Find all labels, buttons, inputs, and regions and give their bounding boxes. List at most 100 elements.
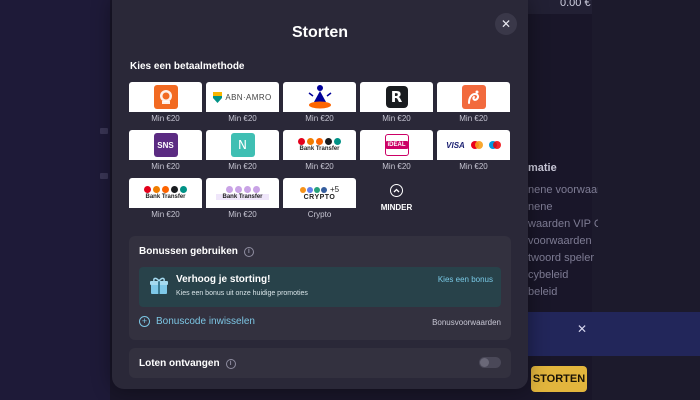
background-info-line: beleid: [528, 286, 558, 298]
payment-method-cards[interactable]: VISA Min €20: [437, 130, 510, 171]
payment-method-knab[interactable]: Min €20: [437, 82, 510, 123]
crypto-extra-count: +5: [329, 185, 340, 194]
payment-method-sns[interactable]: SNS Min €20: [129, 130, 202, 171]
redeem-bonus-code-label: Bonuscode inwisselen: [156, 316, 255, 327]
bank-transfer-logo: Bank Transfer: [283, 130, 356, 160]
lion-icon: [159, 90, 172, 104]
payment-method-n26[interactable]: N Min €20: [206, 130, 279, 171]
min-amount: Min €20: [228, 162, 257, 171]
bank-transfer-text: Bank Transfer: [299, 146, 340, 152]
min-amount: Min €20: [228, 210, 257, 219]
banner-close-icon[interactable]: ✕: [577, 322, 587, 336]
min-amount: Min €20: [151, 162, 180, 171]
min-amount: Min €20: [305, 162, 334, 171]
background-deposit-button[interactable]: STORTEN: [531, 366, 587, 392]
info-icon[interactable]: i: [243, 246, 254, 257]
payment-method-rabobank[interactable]: Min €20: [283, 82, 356, 123]
gift-icon: [150, 277, 168, 294]
choose-bonus-link[interactable]: Kies een bonus: [438, 275, 493, 284]
min-amount: Min €20: [151, 114, 180, 123]
bank-transfer-text: Bank Transfer: [216, 194, 269, 200]
payment-method-abnamro[interactable]: ABN·AMRO Min €20: [206, 82, 279, 123]
plus-icon: +: [139, 316, 150, 327]
background-info-line: twoord speler: [528, 252, 595, 264]
ing-logo: [129, 82, 202, 112]
modal-title: Storten: [292, 24, 348, 41]
payment-method-label: Kies een betaalmethode: [130, 61, 245, 72]
bank-logos-icon: [298, 138, 341, 145]
redeem-bonus-code-button[interactable]: + Bonuscode inwisselen: [139, 316, 255, 327]
toggle-knob: [480, 358, 489, 367]
tickets-title-text: Loten ontvangen: [139, 358, 220, 369]
min-amount: Min €20: [382, 114, 411, 123]
info-icon[interactable]: i: [225, 358, 236, 369]
cards-logo: VISA: [437, 130, 510, 160]
min-amount: Min €20: [459, 162, 488, 171]
payment-method-crypto[interactable]: +5 CRYPTO Crypto: [283, 178, 356, 219]
bank-transfer-logo: Bank Transfer: [206, 178, 279, 208]
min-amount: Min €20: [459, 114, 488, 123]
payment-method-bank-transfer[interactable]: Bank Transfer Min €20: [283, 130, 356, 171]
background-marker: [100, 173, 108, 179]
rabobank-icon: [308, 85, 331, 109]
maestro-icon: [488, 141, 501, 149]
chevron-up-icon: [390, 184, 403, 197]
knab-logo: [437, 82, 510, 112]
show-less-button[interactable]: MINDER: [360, 178, 433, 218]
revolut-r: R: [385, 86, 408, 108]
min-amount: Min €20: [151, 210, 180, 219]
background-info-line: nene: [528, 201, 553, 213]
abnamro-text: ABN·AMRO: [225, 92, 272, 102]
tickets-section: Loten ontvangen i: [129, 348, 511, 378]
background-info-line: nene voorwaar: [528, 184, 598, 196]
promo-title: Verhoog je storting!: [176, 274, 271, 285]
n26-text: N: [230, 133, 255, 157]
background-banner: [510, 312, 700, 356]
payment-method-ing[interactable]: Min €20: [129, 82, 202, 123]
deposit-modal: Storten ✕ Kies een betaalmethode Min €20: [112, 0, 528, 389]
min-amount: Min €20: [228, 114, 257, 123]
bank-logos-icon: [225, 186, 260, 193]
min-amount: Crypto: [307, 210, 332, 219]
mastercard-icon: [470, 141, 483, 149]
revolut-logo: R: [360, 82, 433, 112]
squirrel-icon: [467, 90, 479, 104]
background-info-line: cybeleid: [528, 269, 569, 281]
crypto-text: CRYPTO: [303, 194, 336, 201]
ideal-logo: iDEAL: [360, 130, 433, 160]
background-info-line: waarden VIP Cl: [528, 218, 598, 230]
show-less-label: MINDER: [380, 203, 413, 212]
payment-methods-grid: Min €20 ABN·AMRO Min €20 Min €20 R Min €…: [129, 82, 510, 219]
bonus-promo-banner: Verhoog je storting! Kies een bonus uit …: [139, 267, 501, 307]
payment-method-revolut[interactable]: R Min €20: [360, 82, 433, 123]
visa-icon: VISA: [446, 140, 465, 150]
crypto-coins-icon: +5: [299, 185, 340, 194]
payment-method-bank-transfer[interactable]: Bank Transfer Min €20: [206, 178, 279, 219]
close-button[interactable]: ✕: [495, 13, 517, 35]
bank-logos-icon: [144, 186, 187, 193]
min-amount: Min €20: [382, 162, 411, 171]
promo-subtitle: Kies een bonus uit onze huidige promotie…: [176, 290, 308, 297]
bonus-section: Bonussen gebruiken i Verhoog je storting…: [129, 236, 511, 340]
background-sidebar: [0, 0, 110, 400]
crypto-logo: +5 CRYPTO: [283, 178, 356, 208]
background-balance: 0.00 €: [560, 0, 591, 9]
tickets-toggle[interactable]: [479, 357, 501, 368]
min-amount: Min €20: [305, 114, 334, 123]
payment-method-bank-transfer[interactable]: Bank Transfer Min €20: [129, 178, 202, 219]
shield-icon: [213, 91, 223, 103]
background-info-panel: matie nene voorwaar nene waarden VIP Cl …: [528, 162, 598, 301]
bonus-title-text: Bonussen gebruiken: [139, 246, 238, 257]
bank-transfer-logo: Bank Transfer: [129, 178, 202, 208]
close-icon: ✕: [500, 17, 512, 31]
bonus-section-title: Bonussen gebruiken i: [139, 246, 254, 257]
bank-transfer-text: Bank Transfer: [145, 194, 186, 200]
sns-logo: SNS: [129, 130, 202, 160]
sns-text: SNS: [153, 133, 178, 157]
rabobank-logo: [283, 82, 356, 112]
ideal-text: iDEAL: [385, 141, 408, 149]
bonus-terms-link[interactable]: Bonusvoorwaarden: [432, 318, 501, 327]
payment-method-ideal[interactable]: iDEAL Min €20: [360, 130, 433, 171]
background-info-line: voorwaarden: [528, 235, 592, 247]
tickets-section-title: Loten ontvangen i: [139, 358, 236, 369]
